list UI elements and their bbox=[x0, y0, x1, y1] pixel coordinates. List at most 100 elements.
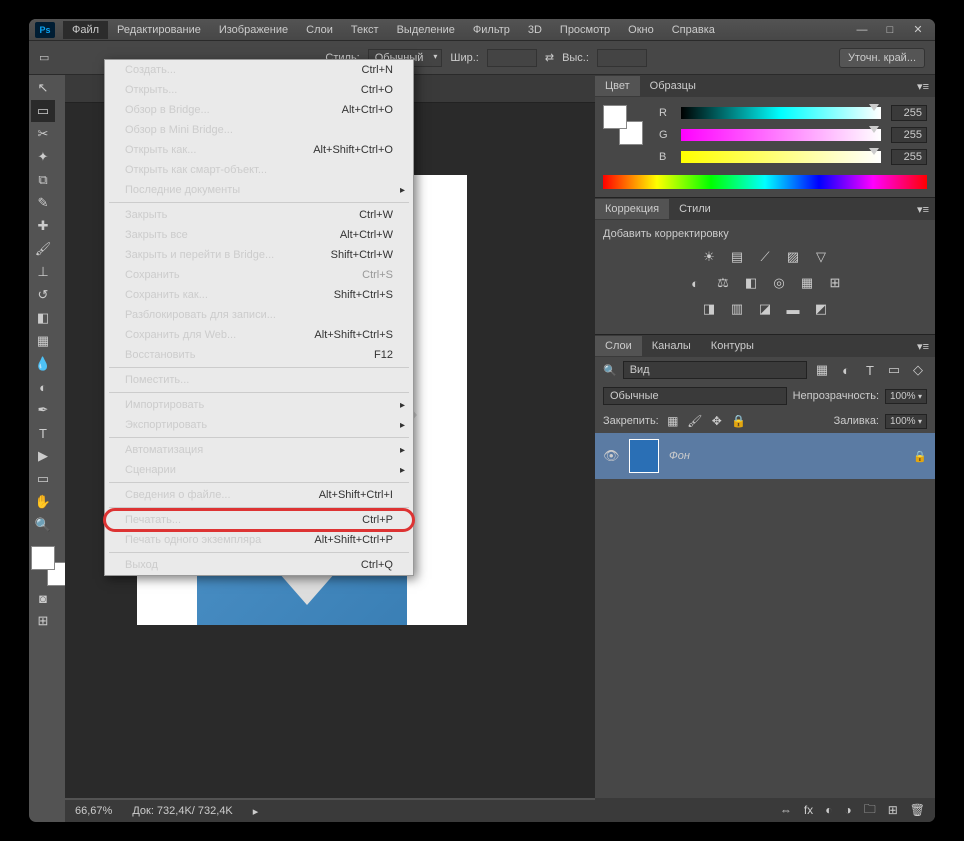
panel-color-swatches[interactable] bbox=[603, 105, 643, 145]
history-brush-tool[interactable]: ↺ bbox=[31, 284, 55, 306]
panel-menu-icon[interactable]: ▾≡ bbox=[911, 80, 935, 93]
shape-tool[interactable]: ▭ bbox=[31, 468, 55, 490]
menu-item[interactable]: Сведения о файле...Alt+Shift+Ctrl+I bbox=[105, 485, 413, 505]
gradient-map-icon[interactable]: ▬ bbox=[784, 300, 802, 318]
layer-item[interactable]: 👁 Фон 🔒 bbox=[595, 433, 935, 479]
hue-icon[interactable]: ◐ bbox=[686, 274, 704, 292]
opacity-value[interactable]: 100% bbox=[885, 389, 927, 404]
refine-edge-button[interactable]: Уточн. край... bbox=[839, 48, 925, 68]
lock-pixels-icon[interactable]: 🖌 bbox=[687, 413, 703, 429]
menu-item[interactable]: Последние документы bbox=[105, 180, 413, 200]
zoom-level[interactable]: 66,67% bbox=[75, 805, 112, 817]
delete-icon[interactable]: 🗑 bbox=[910, 803, 925, 817]
group-icon[interactable]: 🗀 bbox=[864, 800, 876, 821]
fill-value[interactable]: 100% bbox=[885, 414, 927, 429]
brush-tool[interactable]: 🖌 bbox=[31, 238, 55, 260]
filter-pixel-icon[interactable]: ▦ bbox=[813, 361, 831, 379]
tab-paths[interactable]: Контуры bbox=[701, 336, 764, 356]
tab-styles[interactable]: Стили bbox=[669, 199, 721, 219]
menu-item[interactable]: Открыть как...Alt+Shift+Ctrl+O bbox=[105, 140, 413, 160]
filter-type-icon[interactable]: T bbox=[861, 361, 879, 379]
crop-tool[interactable]: ⧉ bbox=[31, 169, 55, 191]
spectrum-bar[interactable] bbox=[603, 175, 927, 189]
marquee-tool[interactable]: ▭ bbox=[31, 100, 55, 122]
r-slider[interactable] bbox=[681, 107, 881, 119]
filter-shape-icon[interactable]: ▭ bbox=[885, 361, 903, 379]
lasso-tool[interactable]: ✂ bbox=[31, 123, 55, 145]
visibility-icon[interactable]: 👁 bbox=[603, 448, 619, 464]
menu-справка[interactable]: Справка bbox=[663, 21, 724, 39]
invert-icon[interactable]: ◨ bbox=[700, 300, 718, 318]
type-tool[interactable]: T bbox=[31, 422, 55, 444]
lock-position-icon[interactable]: ✥ bbox=[709, 413, 725, 429]
g-slider[interactable] bbox=[681, 129, 881, 141]
vibrance-icon[interactable]: ▽ bbox=[812, 248, 830, 266]
menu-3d[interactable]: 3D bbox=[519, 21, 551, 39]
exposure-icon[interactable]: ▨ bbox=[784, 248, 802, 266]
menu-item[interactable]: Импортировать bbox=[105, 395, 413, 415]
menu-файл[interactable]: Файл bbox=[63, 21, 108, 39]
menu-item[interactable]: Закрыть и перейти в Bridge...Shift+Ctrl+… bbox=[105, 245, 413, 265]
link-icon[interactable]: ⇔ bbox=[780, 803, 792, 817]
menu-item[interactable]: Открыть...Ctrl+O bbox=[105, 80, 413, 100]
selective-icon[interactable]: ◩ bbox=[812, 300, 830, 318]
close-button[interactable]: ✕ bbox=[905, 21, 931, 39]
menu-item[interactable]: Открыть как смарт-объект... bbox=[105, 160, 413, 180]
menu-item[interactable]: Обзор в Mini Bridge... bbox=[105, 120, 413, 140]
balance-icon[interactable]: ⚖ bbox=[714, 274, 732, 292]
mask-icon[interactable]: ◐ bbox=[825, 803, 832, 817]
search-icon[interactable]: 🔍 bbox=[603, 364, 617, 377]
b-value[interactable]: 255 bbox=[891, 149, 927, 165]
brightness-icon[interactable]: ☀ bbox=[700, 248, 718, 266]
r-value[interactable]: 255 bbox=[891, 105, 927, 121]
menu-фильтр[interactable]: Фильтр bbox=[464, 21, 519, 39]
new-layer-icon[interactable]: ⊞ bbox=[888, 803, 898, 817]
tab-channels[interactable]: Каналы bbox=[642, 336, 701, 356]
lock-transparent-icon[interactable]: ▦ bbox=[665, 413, 681, 429]
levels-icon[interactable]: ▤ bbox=[728, 248, 746, 266]
tab-color[interactable]: Цвет bbox=[595, 76, 640, 96]
lookup-icon[interactable]: ⊞ bbox=[826, 274, 844, 292]
menu-item[interactable]: Создать...Ctrl+N bbox=[105, 60, 413, 80]
kind-select[interactable]: Вид bbox=[623, 361, 807, 379]
bw-icon[interactable]: ◧ bbox=[742, 274, 760, 292]
pen-tool[interactable]: ✒ bbox=[31, 399, 55, 421]
menu-слои[interactable]: Слои bbox=[297, 21, 342, 39]
menu-item[interactable]: Автоматизация bbox=[105, 440, 413, 460]
quickmask-tool[interactable]: ◙ bbox=[31, 587, 55, 609]
hand-tool[interactable]: ✋ bbox=[31, 491, 55, 513]
tab-adjustments[interactable]: Коррекция bbox=[595, 199, 669, 219]
adjustment-icon[interactable]: ◑ bbox=[844, 803, 851, 817]
fx-icon[interactable]: fx bbox=[804, 803, 813, 817]
height-input[interactable] bbox=[597, 49, 647, 67]
filter-adj-icon[interactable]: ◐ bbox=[837, 361, 855, 379]
menu-просмотр[interactable]: Просмотр bbox=[551, 21, 619, 39]
menu-выделение[interactable]: Выделение bbox=[388, 21, 464, 39]
menu-текст[interactable]: Текст bbox=[342, 21, 388, 39]
path-select-tool[interactable]: ▶ bbox=[31, 445, 55, 467]
menu-item[interactable]: Сценарии bbox=[105, 460, 413, 480]
menu-item[interactable]: Сохранить для Web...Alt+Shift+Ctrl+S bbox=[105, 325, 413, 345]
dodge-tool[interactable]: ◐ bbox=[31, 376, 55, 398]
curves-icon[interactable]: ⟋ bbox=[756, 248, 774, 266]
blur-tool[interactable]: 💧 bbox=[31, 353, 55, 375]
minimize-button[interactable]: — bbox=[849, 21, 875, 39]
panel-menu-icon[interactable]: ▾≡ bbox=[911, 340, 935, 353]
menu-редактирование[interactable]: Редактирование bbox=[108, 21, 210, 39]
healing-tool[interactable]: ✚ bbox=[31, 215, 55, 237]
stamp-tool[interactable]: ⊥ bbox=[31, 261, 55, 283]
menu-item[interactable]: Сохранить как...Shift+Ctrl+S bbox=[105, 285, 413, 305]
menu-item[interactable]: ВосстановитьF12 bbox=[105, 345, 413, 365]
blend-select[interactable]: Обычные bbox=[603, 387, 787, 405]
zoom-tool[interactable]: 🔍 bbox=[31, 514, 55, 536]
menu-item[interactable]: Обзор в Bridge...Alt+Ctrl+O bbox=[105, 100, 413, 120]
menu-item[interactable]: Поместить... bbox=[105, 370, 413, 390]
layer-name[interactable]: Фон bbox=[669, 450, 903, 462]
menu-окно[interactable]: Окно bbox=[619, 21, 663, 39]
tab-swatches[interactable]: Образцы bbox=[640, 76, 706, 96]
mixer-icon[interactable]: ▦ bbox=[798, 274, 816, 292]
swap-icon[interactable]: ⇄ bbox=[545, 51, 554, 64]
menu-item[interactable]: Печать одного экземпляраAlt+Shift+Ctrl+P bbox=[105, 530, 413, 550]
menu-item[interactable]: Экспортировать bbox=[105, 415, 413, 435]
posterize-icon[interactable]: ▥ bbox=[728, 300, 746, 318]
